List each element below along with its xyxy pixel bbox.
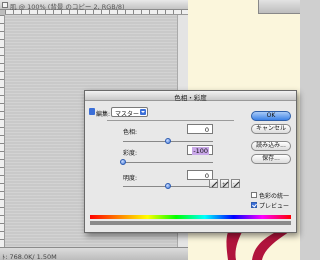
eyedropper-plus-icon[interactable]: +	[220, 179, 229, 188]
lightness-label: 明度:	[123, 175, 138, 182]
options-menu-icon[interactable]	[89, 108, 95, 115]
status-bar: ﾄ: 768.0K/ 1.50M	[0, 247, 188, 260]
hue-input[interactable]: 0	[187, 124, 213, 134]
saturation-value: -100	[192, 147, 209, 155]
saturation-slider-thumb[interactable]	[120, 159, 126, 165]
colorize-label: 色彩の統一	[259, 193, 290, 200]
eyedropper-minus-icon[interactable]: -	[231, 179, 240, 188]
lightness-slider-thumb[interactable]	[165, 183, 171, 189]
document-icon	[2, 2, 8, 8]
edit-channel-value: マスター	[115, 111, 140, 118]
save-button[interactable]: 保存...	[251, 154, 291, 164]
input-spectrum-bar	[90, 215, 291, 219]
dialog-title: 色相・彩度	[174, 94, 207, 102]
cancel-button[interactable]: キャンセル	[251, 124, 291, 134]
section-divider	[107, 120, 234, 121]
output-spectrum-bar	[90, 221, 291, 225]
edit-label: 編集:	[96, 111, 111, 118]
preview-checkbox[interactable]	[251, 202, 257, 208]
ok-button[interactable]: OK	[251, 111, 291, 121]
svg-text:-: -	[233, 181, 235, 186]
preview-label: プレビュー	[259, 203, 290, 210]
chevron-down-icon	[140, 109, 146, 115]
hue-slider-thumb[interactable]	[165, 138, 171, 144]
saturation-input[interactable]: -100	[187, 145, 213, 155]
document-size-status: ﾄ: 768.0K/ 1.50M	[2, 253, 57, 260]
hue-label: 色相:	[123, 129, 138, 136]
hue-value: 0	[204, 126, 209, 134]
svg-text:+: +	[222, 181, 225, 186]
saturation-slider-track[interactable]	[123, 162, 213, 163]
load-button[interactable]: 読み込み...	[251, 141, 291, 151]
dialog-titlebar[interactable]: 色相・彩度	[85, 91, 296, 102]
hue-saturation-dialog: 色相・彩度 編集: マスター 色相: 0 彩度: -100 明度: 0 OK キ…	[84, 90, 297, 233]
edit-channel-select[interactable]: マスター	[111, 107, 148, 118]
background-window-titlebar[interactable]	[258, 0, 300, 14]
colorize-checkbox[interactable]	[251, 192, 257, 198]
document-titlebar[interactable]: 肌 @ 100% (背景 のコピー 2, RGB/8)	[0, 0, 188, 11]
eyedropper-icon[interactable]	[209, 179, 218, 188]
saturation-label: 彩度:	[123, 150, 138, 157]
